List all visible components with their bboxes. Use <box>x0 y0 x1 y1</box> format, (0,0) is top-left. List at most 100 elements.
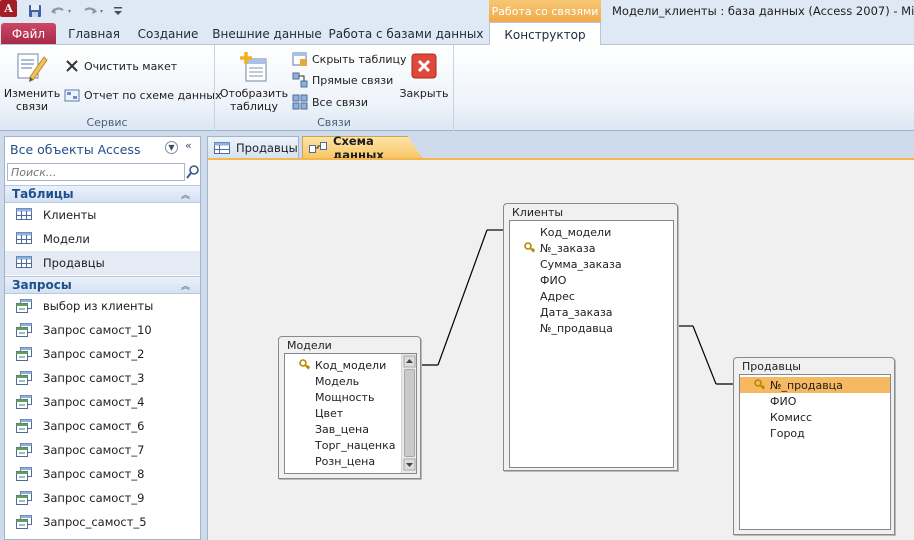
tab-create[interactable]: Создание <box>132 22 204 45</box>
table-icon <box>16 256 32 270</box>
nav-table-item[interactable]: Модели <box>5 227 200 251</box>
table-window-title[interactable]: Клиенты <box>504 204 677 220</box>
nav-query-item[interactable]: Запрос самост_7 <box>5 438 200 462</box>
field-row[interactable]: №_заказа <box>510 240 673 256</box>
field-row[interactable]: ФИО <box>510 272 673 288</box>
undo-icon[interactable] <box>48 2 74 19</box>
primary-key-icon <box>299 359 311 371</box>
tab-file[interactable]: Файл <box>1 23 56 44</box>
field-row[interactable]: Цвет <box>285 405 416 421</box>
field-list: Город Комисс ФИО №_продавца <box>739 374 891 530</box>
field-row[interactable]: Дата_заказа <box>510 304 673 320</box>
redo-icon[interactable] <box>80 2 106 19</box>
field-row[interactable]: Зав_цена <box>285 421 416 437</box>
tab-home[interactable]: Главная <box>62 22 126 45</box>
search-icon[interactable] <box>186 164 200 180</box>
table-window-models[interactable]: Модели Итог Розн_цена Торг_наценка Зав_цена… <box>278 336 421 479</box>
primary-key-icon <box>524 242 536 254</box>
edit-relationships-button[interactable]: Изменить связи <box>4 51 60 113</box>
nav-query-item[interactable]: выбор из клиенты <box>5 294 200 318</box>
nav-query-item[interactable]: Запрос самост_2 <box>5 342 200 366</box>
nav-query-item[interactable]: Запрос самост_3 <box>5 366 200 390</box>
field-row[interactable]: Торг_наценка <box>285 437 416 453</box>
relationships-canvas[interactable]: Модели Итог Розн_цена Торг_наценка Зав_цена… <box>207 158 914 540</box>
query-icon <box>16 395 32 409</box>
collapse-icon[interactable]: ︽ <box>181 188 190 201</box>
field-row[interactable]: Код_модели <box>285 357 416 373</box>
query-icon <box>16 491 32 505</box>
vertical-scrollbar[interactable] <box>401 354 416 473</box>
table-icon <box>16 208 32 222</box>
tab-design[interactable]: Конструктор <box>489 22 601 46</box>
field-row[interactable]: ФИО <box>740 393 890 409</box>
edit-relationships-label: Изменить связи <box>3 87 61 113</box>
field-name: Дата_заказа <box>540 305 613 319</box>
show-table-button[interactable]: Отобразить таблицу <box>219 51 289 113</box>
nav-query-item[interactable]: Запрос_самост_5 <box>5 510 200 534</box>
relationship-line-clients-sellers[interactable] <box>677 325 733 385</box>
field-row[interactable]: Розн_цена <box>285 453 416 469</box>
show-table-icon <box>240 52 267 82</box>
tab-database-tools[interactable]: Работа с базами данных <box>329 22 484 45</box>
tables-section-header[interactable]: Таблицы ︽ <box>5 185 200 203</box>
contextual-tab-group-label: Работа со связями <box>489 0 601 22</box>
field-row[interactable]: Адрес <box>510 288 673 304</box>
clear-layout-button[interactable]: Очистить макет <box>64 58 177 74</box>
field-row[interactable]: Город <box>740 425 890 441</box>
tab-external-data[interactable]: Внешние данные <box>210 22 324 45</box>
relationship-report-button[interactable]: Отчет по схеме данных <box>64 87 221 103</box>
field-row[interactable]: Модель <box>285 373 416 389</box>
nav-query-item-label: Запрос самост_3 <box>43 371 145 385</box>
all-relationships-button[interactable]: Все связи <box>292 94 368 110</box>
all-relationships-label: Все связи <box>312 95 369 109</box>
table-window-title[interactable]: Продавцы <box>734 358 894 374</box>
field-row[interactable]: Мощность <box>285 389 416 405</box>
access-app-icon[interactable]: A <box>0 0 17 17</box>
field-row[interactable]: Сумма_заказа <box>510 256 673 272</box>
scroll-thumb[interactable] <box>404 369 415 457</box>
close-button[interactable]: Закрыть <box>398 53 450 100</box>
nav-query-item[interactable]: Запрос самост_9 <box>5 486 200 510</box>
nav-table-item-label: Клиенты <box>43 208 97 222</box>
field-row[interactable]: Итог <box>285 469 416 474</box>
nav-query-item-label: Запрос_самост_5 <box>43 515 147 529</box>
doc-tab-sellers[interactable]: Продавцы <box>207 136 299 158</box>
nav-query-item[interactable]: Запрос самост_10 <box>5 318 200 342</box>
hide-table-label: Скрыть таблицу <box>312 52 407 66</box>
nav-query-item[interactable]: Запрос самост_6 <box>5 414 200 438</box>
field-name: Сумма_заказа <box>540 257 622 271</box>
field-name: ФИО <box>770 394 797 408</box>
table-window-title[interactable]: Модели <box>279 337 420 353</box>
nav-query-item[interactable]: Запрос самост_4 <box>5 390 200 414</box>
field-name: №_заказа <box>540 241 596 255</box>
title-bar: A Работа со связями Модели_клиенты : баз… <box>0 0 914 22</box>
field-row[interactable]: Код_модели <box>510 224 673 240</box>
shutter-close-icon[interactable]: « <box>185 139 192 152</box>
nav-pane-header[interactable]: Все объекты Access ▼ « <box>5 137 200 161</box>
scroll-down-icon[interactable] <box>403 458 416 471</box>
table-window-clients[interactable]: Клиенты №_продавца Дата_заказа Адрес ФИО Сум… <box>503 203 678 471</box>
field-name: ФИО <box>540 273 567 287</box>
field-name: №_продавца <box>540 321 613 335</box>
queries-section-header[interactable]: Запросы ︽ <box>5 276 200 294</box>
field-row[interactable]: №_продавца <box>740 377 890 393</box>
nav-pane-title: Все объекты Access <box>10 141 141 157</box>
save-icon[interactable] <box>26 2 44 19</box>
doc-tab-relationships[interactable]: Схема данных <box>302 136 422 158</box>
query-icon <box>16 299 32 313</box>
relationship-line-models-clients[interactable] <box>421 229 503 366</box>
hide-table-button[interactable]: Скрыть таблицу <box>292 51 407 67</box>
table-window-sellers[interactable]: Продавцы Город Комисс ФИО №_продавца <box>733 357 895 535</box>
nav-query-item[interactable]: Запрос самост_8 <box>5 462 200 486</box>
nav-query-item-label: Запрос самост_2 <box>43 347 145 361</box>
direct-relationships-button[interactable]: Прямые связи <box>292 72 393 88</box>
collapse-icon[interactable]: ︽ <box>181 279 190 292</box>
nav-table-item[interactable]: Продавцы <box>5 251 200 275</box>
customize-qat-icon[interactable] <box>112 2 124 19</box>
field-row[interactable]: Комисс <box>740 409 890 425</box>
nav-table-item[interactable]: Клиенты <box>5 203 200 227</box>
nav-menu-dropdown-icon[interactable]: ▼ <box>165 141 178 154</box>
field-row[interactable]: №_продавца <box>510 320 673 336</box>
nav-search-input[interactable] <box>7 163 185 181</box>
scroll-up-icon[interactable] <box>403 355 416 368</box>
